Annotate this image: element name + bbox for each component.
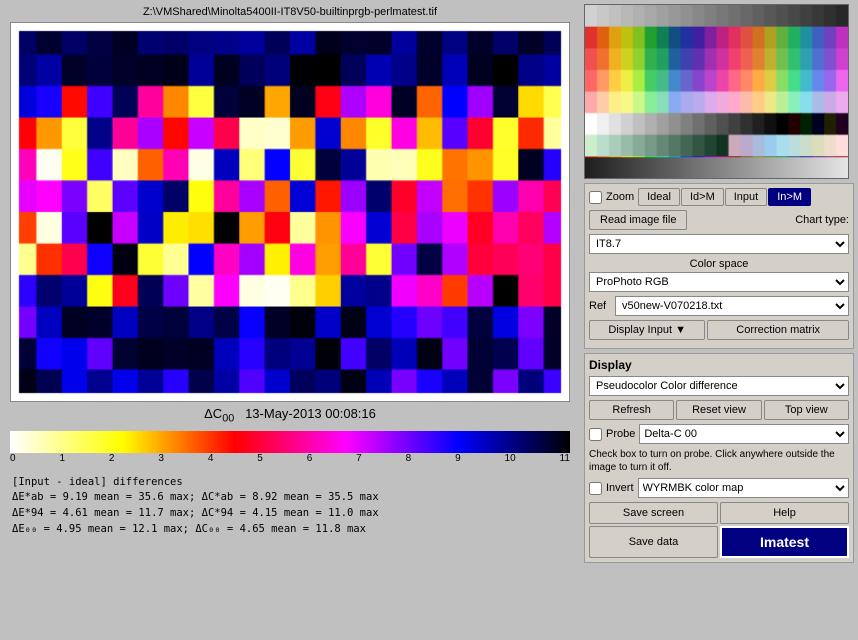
colorbar-canvas — [10, 431, 570, 453]
display-title: Display — [589, 358, 849, 372]
left-panel: Z:\VMShared\Minolta5400II-IT8V50-builtin… — [0, 0, 580, 640]
probe-row: Probe Delta-C 00 Delta-E ab Delta-E 94 D… — [589, 424, 849, 444]
display-section: Display Pseudocolor Color difference Col… — [584, 353, 854, 563]
color-space-dropdown[interactable]: ProPhoto RGB sRGB AdobeRGB — [589, 272, 849, 292]
heatmap-container — [10, 22, 570, 402]
display-mode-dropdown[interactable]: Pseudocolor Color difference Color diffe… — [589, 376, 849, 396]
tab-inm[interactable]: In>M — [768, 188, 811, 206]
probe-checkbox[interactable] — [589, 428, 602, 441]
tab-group: Ideal Id>M Input In>M — [638, 188, 811, 206]
title-bar: Z:\VMShared\Minolta5400II-IT8V50-builtin… — [4, 4, 576, 22]
zoom-checkbox[interactable] — [589, 191, 602, 204]
help-button[interactable]: Help — [720, 502, 849, 524]
heatmap-canvas — [11, 23, 569, 401]
preview-canvas — [585, 5, 848, 178]
chart-type-label: Chart type: — [795, 214, 849, 226]
color-space-label: Color space — [589, 258, 849, 270]
file-title: Z:\VMShared\Minolta5400II-IT8V50-builtin… — [143, 6, 437, 18]
colormap-dropdown[interactable]: WYRMBK color map Jet color map Gray colo… — [638, 478, 849, 498]
probe-label: Probe — [606, 428, 635, 440]
colorbar-labels: 0 1 2 3 4 5 6 7 8 9 10 11 — [10, 453, 570, 464]
ref-dropdown[interactable]: v50new-V070218.txt — [615, 296, 849, 316]
stats-panel: [Input - ideal] differences ΔE*ab = 9.19… — [4, 471, 576, 542]
view-buttons-row: Refresh Reset view Top view — [589, 400, 849, 420]
colorbar-container: 0 1 2 3 4 5 6 7 8 9 10 11 — [10, 431, 570, 469]
probe-hint: Check box to turn on probe. Click anywhe… — [589, 448, 849, 474]
invert-checkbox[interactable] — [589, 482, 602, 495]
zoom-label: Zoom — [606, 191, 634, 203]
delta-label: ΔC00 13-May-2013 00:08:16 — [4, 402, 576, 427]
ref-label: Ref — [589, 300, 611, 312]
delta-text: ΔC00 13-May-2013 00:08:16 — [204, 406, 376, 421]
read-image-button[interactable]: Read image file — [589, 210, 687, 230]
right-panel: Zoom Ideal Id>M Input In>M Read image fi… — [580, 0, 858, 640]
zoom-row: Zoom Ideal Id>M Input In>M — [589, 188, 849, 206]
tab-ideal[interactable]: Ideal — [638, 188, 680, 206]
invert-row: Invert WYRMBK color map Jet color map Gr… — [589, 478, 849, 498]
refresh-button[interactable]: Refresh — [589, 400, 674, 420]
display-input-button[interactable]: Display Input ▼ — [589, 320, 705, 340]
top-view-button[interactable]: Top view — [764, 400, 849, 420]
display-input-row: Display Input ▼ Correction matrix — [589, 320, 849, 340]
stats-line1: [Input - ideal] differences — [12, 475, 568, 491]
probe-dropdown[interactable]: Delta-C 00 Delta-E ab Delta-E 94 Delta-E… — [639, 424, 849, 444]
invert-label: Invert — [606, 482, 634, 494]
color-chart-preview — [584, 4, 849, 179]
imatest-logo: Imatest — [720, 526, 849, 558]
controls-box: Zoom Ideal Id>M Input In>M Read image fi… — [584, 183, 854, 349]
stats-line2: ΔE*ab = 9.19 mean = 35.6 max; ΔC*ab = 8.… — [12, 490, 568, 506]
ref-row: Ref v50new-V070218.txt — [589, 296, 849, 316]
reset-view-button[interactable]: Reset view — [676, 400, 761, 420]
stats-line4: ΔE₀₀ = 4.95 mean = 12.1 max; ΔC₀₀ = 4.65… — [12, 522, 568, 538]
save-screen-button[interactable]: Save screen — [589, 502, 718, 524]
correction-matrix-button[interactable]: Correction matrix — [707, 320, 849, 340]
stats-line3: ΔE*94 = 4.61 mean = 11.7 max; ΔC*94 = 4.… — [12, 506, 568, 522]
read-image-row: Read image file Chart type: — [589, 210, 849, 230]
save-data-button[interactable]: Save data — [589, 526, 718, 558]
chart-type-dropdown[interactable]: IT8.7 — [589, 234, 849, 254]
tab-idm[interactable]: Id>M — [681, 188, 724, 206]
bottom-buttons: Save screen Help Save data Imatest — [589, 502, 849, 558]
tab-input[interactable]: Input — [725, 188, 767, 206]
